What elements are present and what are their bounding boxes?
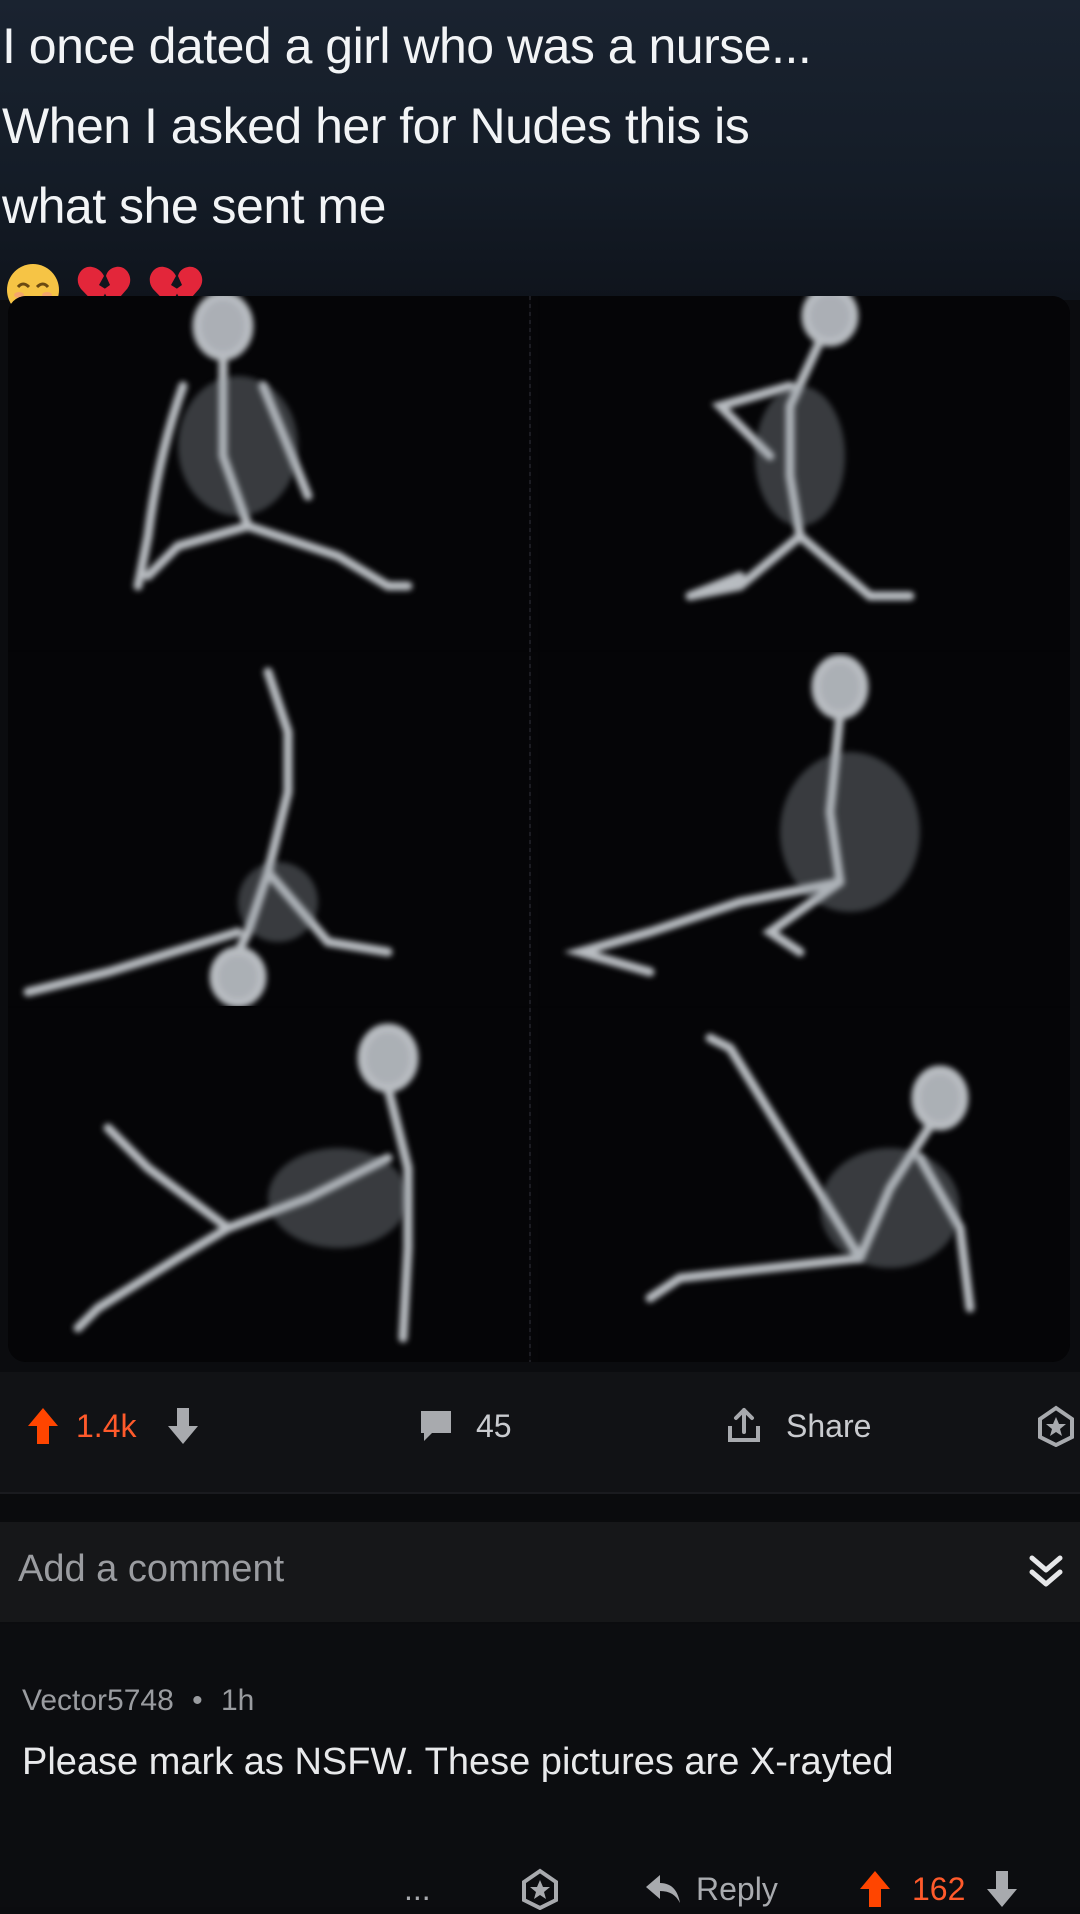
xray-panel [8, 652, 538, 1006]
xray-panel [8, 1008, 538, 1362]
comment-body: Please mark as NSFW. These pictures are … [22, 1741, 894, 1783]
post-action-bar: 1.4k 45 Share [0, 1372, 1080, 1492]
award-button[interactable] [1036, 1402, 1076, 1450]
comment-bubble-icon [421, 1411, 451, 1441]
meta-separator: • [192, 1684, 203, 1717]
downvote-arrow-icon[interactable] [985, 1869, 1019, 1909]
caption-line-1: I once dated a girl who was a nurse... [2, 18, 812, 74]
upvote-group: 1.4k [26, 1402, 200, 1450]
post-caption-area: I once dated a girl who was a nurse... W… [0, 0, 1080, 316]
reply-label: Reply [696, 1870, 778, 1907]
add-comment-input[interactable]: Add a comment [18, 1548, 284, 1591]
upvote-arrow-icon[interactable] [26, 1406, 60, 1446]
xray-figure [685, 296, 915, 601]
caption-line-2: When I asked her for Nudes this is [2, 98, 750, 154]
more-options-icon: ... [404, 1870, 431, 1907]
comment: Vector5748 • 1h Please mark as NSFW. The… [0, 1624, 1080, 1910]
comment-meta: Vector5748 • 1h [22, 1684, 254, 1718]
xray-figure [23, 667, 393, 1006]
comment-time: 1h [221, 1684, 255, 1717]
post-vote-count: 1.4k [76, 1407, 137, 1444]
comment-author[interactable]: Vector5748 [22, 1684, 174, 1717]
section-divider [0, 1492, 1080, 1524]
xray-panel [8, 296, 538, 650]
award-icon [1038, 1405, 1074, 1447]
xray-figure [133, 296, 413, 591]
post-caption: I once dated a girl who was a nurse... W… [2, 6, 1072, 326]
award-icon [522, 1868, 558, 1910]
xray-figure [645, 1033, 975, 1313]
downvote-arrow-icon[interactable] [166, 1406, 200, 1446]
share-label: Share [786, 1407, 872, 1444]
xray-figure [73, 1023, 419, 1343]
comment-vote-count: 162 [912, 1870, 966, 1907]
post-image[interactable] [8, 296, 1070, 1362]
share-button[interactable]: Share [724, 1402, 871, 1450]
xray-figure [563, 654, 920, 977]
xray-panel [540, 652, 1070, 1006]
xray-panel [540, 1008, 1070, 1362]
xray-panel [540, 296, 1070, 650]
add-comment-bar[interactable]: Add a comment [0, 1522, 1080, 1622]
share-icon [728, 1408, 760, 1442]
caption-line-3: what she sent me [2, 178, 386, 234]
comments-button[interactable]: 45 [418, 1402, 512, 1450]
image-divider [529, 296, 531, 1362]
collapse-threads-icon[interactable] [1024, 1550, 1068, 1594]
upvote-arrow-icon[interactable] [858, 1869, 892, 1909]
comments-count: 45 [476, 1407, 512, 1444]
reply-arrow-icon [646, 1875, 680, 1903]
